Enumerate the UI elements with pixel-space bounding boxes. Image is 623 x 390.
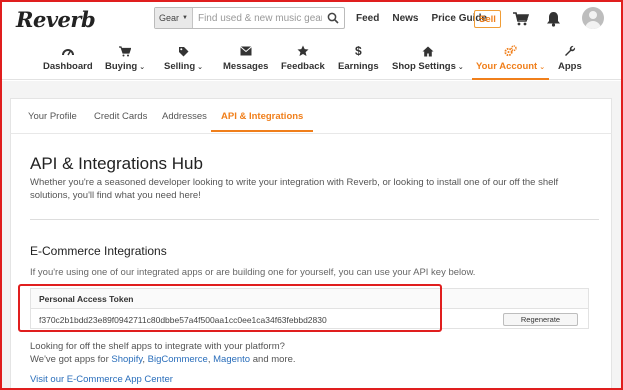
nav-buying-label: Buying ⌄ <box>105 61 145 72</box>
avatar-head-shape <box>589 11 597 19</box>
shelf-line-2-prefix: We've got apps for <box>30 353 112 365</box>
nav-shop-settings-label: Shop Settings ⌄ <box>392 61 464 72</box>
avatar[interactable] <box>582 7 604 29</box>
sell-button[interactable]: Sell <box>474 10 501 28</box>
account-nav: Dashboard Buying ⌄ Selling ⌄ Messages Feed… <box>2 38 621 80</box>
nav-dashboard[interactable]: Dashboard <box>43 45 93 72</box>
intro-text: Whether you're a seasoned developer look… <box>30 177 559 201</box>
chevron-down-icon: ⌄ <box>457 64 464 71</box>
magento-link[interactable]: Magento <box>213 354 250 365</box>
search-bar[interactable]: Gear ▼ Find used & new music gear... <box>154 7 345 29</box>
dashboard-icon <box>61 45 74 57</box>
top-bar: Reverb Gear ▼ Find used & new music gear… <box>2 2 621 36</box>
bell-icon[interactable] <box>546 11 561 32</box>
app-center-link[interactable]: Visit our E-Commerce App Center <box>30 374 173 385</box>
chevron-down-icon: ⌄ <box>539 64 546 71</box>
nav-feedback-label: Feedback <box>281 61 325 72</box>
gears-icon <box>504 45 517 57</box>
nav-your-account-text: Your Account <box>476 61 538 72</box>
nav-apps-label: Apps <box>558 61 582 72</box>
chevron-down-icon: ⌄ <box>139 64 146 71</box>
nav-selling-label: Selling ⌄ <box>164 61 203 72</box>
page-title: API & Integrations Hub <box>30 154 203 173</box>
search-input[interactable]: Find used & new music gear... <box>193 13 322 24</box>
bigcommerce-link[interactable]: BigCommerce <box>148 354 208 365</box>
caret-down-icon: ▼ <box>182 15 188 21</box>
nav-dashboard-label: Dashboard <box>43 61 93 72</box>
nav-messages-label: Messages <box>223 61 269 72</box>
star-icon <box>297 45 309 57</box>
nav-earnings-label: Earnings <box>338 61 379 72</box>
account-tabs: Your Profile Credit Cards Addresses API … <box>10 98 612 133</box>
news-link[interactable]: News <box>392 13 418 24</box>
nav-earnings[interactable]: $ Earnings <box>338 44 379 72</box>
nav-selling-text: Selling <box>164 61 196 72</box>
tab-your-profile[interactable]: Your Profile <box>28 111 77 122</box>
search-category-label: Gear <box>159 13 180 23</box>
section-divider <box>30 219 599 220</box>
top-links: Feed News Price Guide <box>356 13 487 24</box>
envelope-icon <box>239 45 252 57</box>
nav-shop-settings[interactable]: Shop Settings ⌄ <box>392 45 464 72</box>
nav-your-account[interactable]: Your Account ⌄ <box>471 45 550 80</box>
home-icon <box>422 45 434 57</box>
nav-messages[interactable]: Messages <box>223 45 268 72</box>
search-icon[interactable] <box>322 8 344 28</box>
nav-buying-text: Buying <box>105 61 138 72</box>
nav-feedback[interactable]: Feedback <box>281 45 325 72</box>
tab-api-integrations[interactable]: API & Integrations <box>210 111 314 132</box>
shopify-link[interactable]: Shopify <box>111 354 142 365</box>
nav-shop-settings-text: Shop Settings <box>392 61 456 72</box>
nav-buying[interactable]: Buying ⌄ <box>105 45 145 72</box>
dollar-icon: $ <box>354 44 362 58</box>
ecommerce-subtitle: If you're using one of our integrated ap… <box>30 267 476 278</box>
search-category-select[interactable]: Gear ▼ <box>155 8 193 28</box>
shelf-line-2: We've got apps for Shopify, BigCommerce,… <box>30 354 296 367</box>
feed-link[interactable]: Feed <box>356 13 379 24</box>
shelf-apps-text: Looking for off the shelf apps to integr… <box>30 341 296 366</box>
cart-icon <box>119 45 132 57</box>
tab-addresses[interactable]: Addresses <box>162 111 207 122</box>
cart-icon[interactable] <box>513 12 530 31</box>
wrench-icon <box>564 45 576 57</box>
avatar-body-shape <box>585 21 601 29</box>
nav-apps[interactable]: Apps <box>558 45 582 72</box>
nav-selling[interactable]: Selling ⌄ <box>164 45 203 72</box>
regenerate-button[interactable]: Regenerate <box>503 313 578 326</box>
token-highlight-box <box>18 284 442 332</box>
tab-credit-cards[interactable]: Credit Cards <box>94 111 147 122</box>
tag-icon <box>178 45 189 57</box>
shelf-suffix: and more. <box>250 353 296 365</box>
nav-your-account-label: Your Account ⌄ <box>476 61 545 72</box>
ecommerce-heading: E-Commerce Integrations <box>30 244 167 258</box>
chevron-down-icon: ⌄ <box>197 64 204 71</box>
shelf-line-1: Looking for off the shelf apps to integr… <box>30 341 285 352</box>
reverb-logo[interactable]: Reverb <box>16 7 96 32</box>
